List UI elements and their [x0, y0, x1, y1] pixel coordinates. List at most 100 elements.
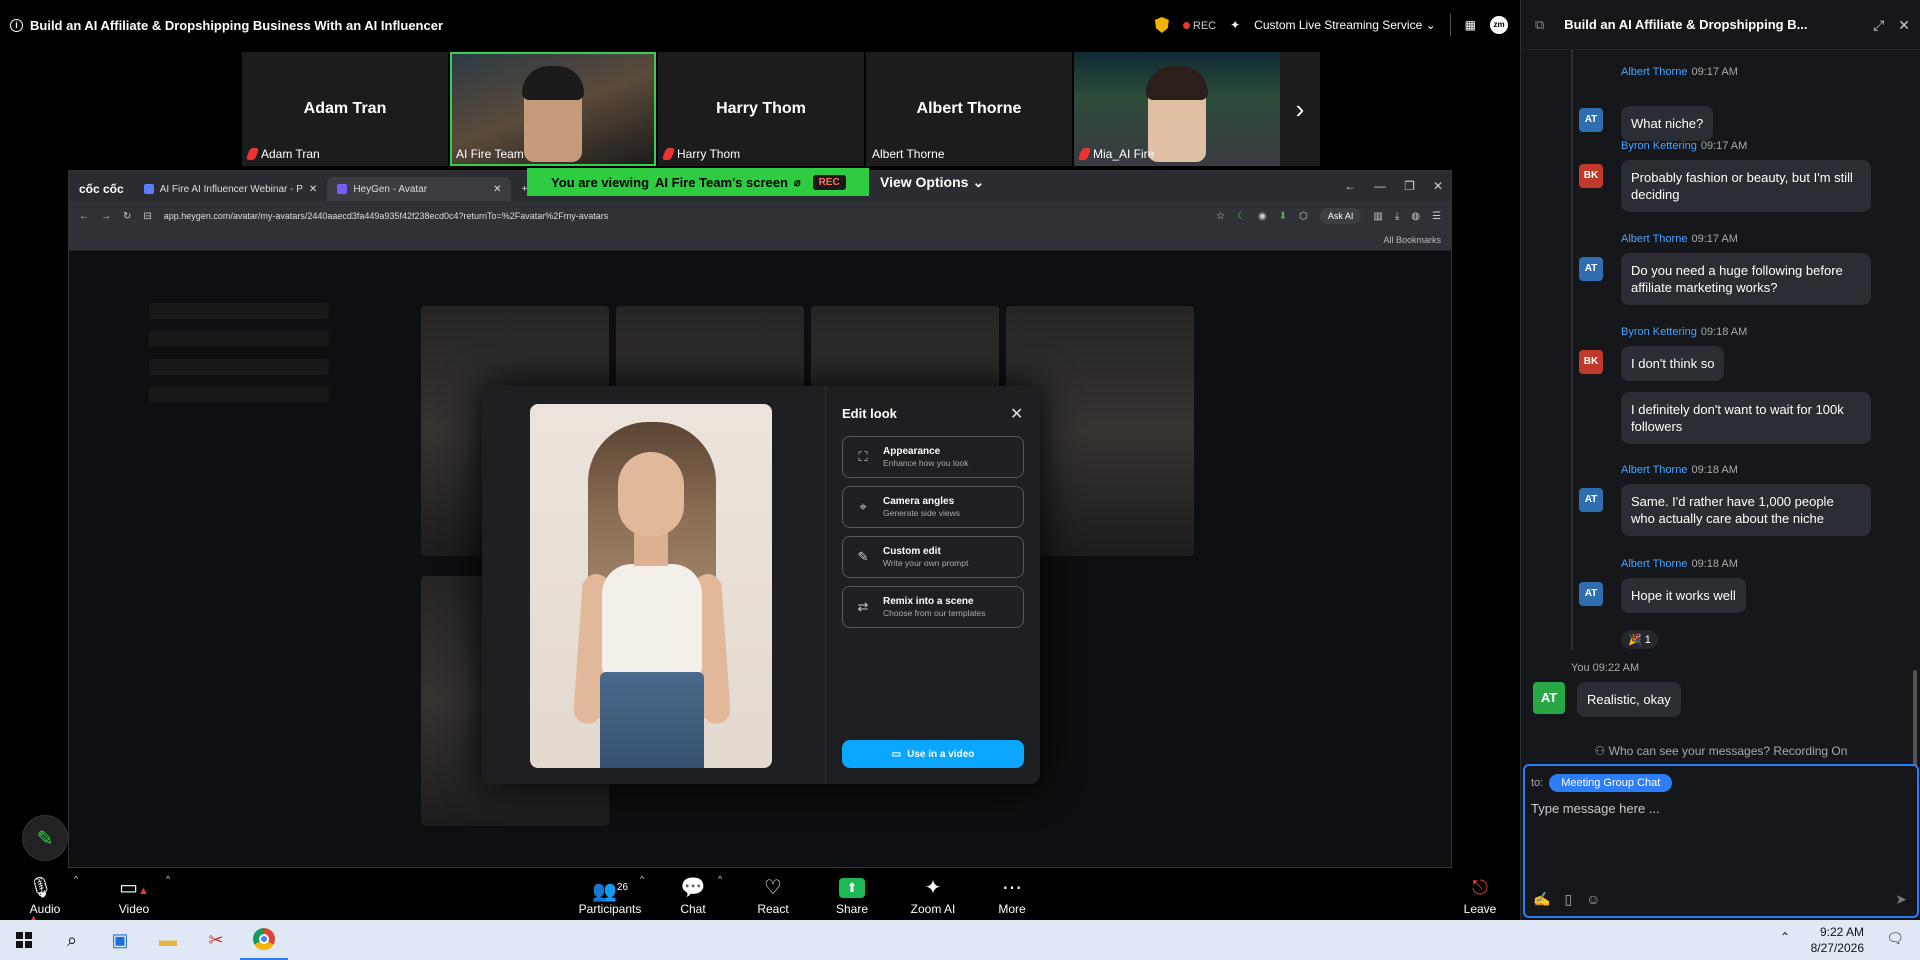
video-tile[interactable]: Adam Tran Adam Tran	[242, 52, 448, 166]
moon-icon[interactable]: ☾	[1237, 211, 1246, 222]
puzzle-icon[interactable]: ⬡	[1299, 211, 1308, 222]
store-icon[interactable]: ▣	[96, 920, 144, 960]
avatar: AT	[1579, 108, 1603, 132]
audio-options-caret[interactable]: ^	[74, 874, 78, 884]
react-label: React	[757, 902, 789, 916]
video-gallery: Adam Tran Adam Tran AI Fire Team Harry T…	[242, 52, 1320, 166]
message-input[interactable]	[1531, 796, 1911, 820]
who-can-see-link[interactable]: ⚇ Who can see your messages? Recording O…	[1521, 740, 1920, 762]
message-bubble[interactable]: Do you need a huge following before affi…	[1621, 253, 1871, 305]
sender-name: Byron Kettering	[1621, 326, 1697, 338]
sidebar-icon[interactable]: ▥	[1373, 211, 1382, 222]
close-icon[interactable]: ✕	[1898, 17, 1910, 34]
video-tile-active-speaker[interactable]: AI Fire Team	[450, 52, 656, 166]
search-icon[interactable]: ⌕	[48, 920, 96, 960]
pop-out-icon[interactable]: ⤢	[1873, 17, 1884, 34]
mic-muted-icon: ⌀	[793, 176, 801, 189]
ask-ai-button[interactable]: Ask AI	[1319, 208, 1362, 224]
view-options-button[interactable]: View Options ⌄	[880, 168, 984, 196]
downloads-icon[interactable]: ⤓	[1395, 211, 1399, 222]
close-icon[interactable]: ✕	[1433, 179, 1443, 193]
url-field[interactable]: app.heygen.com/avatar/my-avatars/2440aae…	[164, 211, 1204, 221]
share-button[interactable]: ⬆ Share	[836, 868, 868, 920]
profile-icon[interactable]: ◍	[1411, 211, 1420, 222]
leave-button[interactable]: ⎋ Leave	[1464, 868, 1497, 920]
format-icon[interactable]: ✍	[1533, 891, 1550, 908]
send-icon[interactable]: ➤	[1895, 891, 1907, 908]
folder-icon[interactable]: ▬	[144, 920, 192, 960]
gallery-next-button[interactable]: ›	[1280, 52, 1320, 166]
use-in-video-button[interactable]: ▭ Use in a video	[842, 740, 1024, 768]
thread-line	[1571, 50, 1573, 650]
zoom-ai-button[interactable]: ✦ Zoom AI	[908, 868, 958, 920]
video-button[interactable]: ▭▲ Video	[114, 868, 154, 920]
message-bubble[interactable]: Realistic, okay	[1577, 682, 1681, 717]
react-button[interactable]: ♡ React	[756, 868, 790, 920]
camera-angles-option[interactable]: ⌖ Camera angles Generate side views	[842, 486, 1024, 528]
extension-icon[interactable]: ◉	[1258, 211, 1267, 222]
close-icon[interactable]: ✕	[309, 184, 317, 195]
system-clock[interactable]: 9:22 AM 8/27/2026	[1811, 924, 1864, 956]
video-tile[interactable]: Albert Thorne Albert Thorne	[866, 52, 1072, 166]
meeting-title: Build an AI Affiliate & Dropshipping Bus…	[30, 17, 444, 33]
close-icon[interactable]: ✕	[1010, 404, 1023, 424]
gallery-view-icon[interactable]: ▦	[1465, 18, 1476, 32]
star-icon[interactable]: ☆	[1216, 211, 1225, 222]
close-icon[interactable]: ✕	[493, 184, 501, 195]
ai-companion-icon[interactable]: ✦	[1230, 18, 1240, 32]
sender-name: You	[1571, 662, 1590, 674]
video-tile[interactable]: Mia_AI Fire	[1074, 52, 1280, 166]
recording-indicator[interactable]: REC	[1182, 18, 1216, 32]
remix-scene-option[interactable]: ⇄ Remix into a scene Choose from our temp…	[842, 586, 1024, 628]
reaction-badge[interactable]: 🎉 1	[1621, 630, 1658, 649]
tray-chevron-icon[interactable]: ⌃	[1780, 930, 1790, 944]
emoji-icon[interactable]: ☺	[1586, 891, 1600, 908]
security-shield-icon[interactable]	[1154, 17, 1169, 33]
streaming-dropdown[interactable]: Custom Live Streaming Service ⌄	[1254, 18, 1435, 32]
participant-name-large: Albert Thorne	[916, 100, 1022, 117]
message-bubble[interactable]: Hope it works well	[1621, 578, 1746, 613]
back-icon[interactable]: ←	[1344, 179, 1356, 193]
reload-icon[interactable]: ↻	[123, 211, 131, 222]
minimize-icon[interactable]: —	[1374, 179, 1386, 193]
meeting-top-bar: i Build an AI Affiliate & Dropshipping B…	[0, 0, 1520, 50]
message-bubble[interactable]: What niche?	[1621, 106, 1714, 141]
chrome-taskbar-button[interactable]	[240, 920, 288, 960]
chat-options-caret[interactable]: ^	[718, 874, 722, 884]
message-bubble[interactable]: Same. I'd rather have 1,000 people who a…	[1621, 484, 1871, 536]
forward-arrow-icon[interactable]: →	[101, 211, 111, 222]
chat-button[interactable]: 💬 Chat	[678, 868, 708, 920]
video-tile[interactable]: Harry Thom Harry Thom	[658, 52, 864, 166]
annotate-button[interactable]: ✎	[22, 815, 68, 861]
browser-tab-active[interactable]: HeyGen - Avatar ✕	[327, 177, 512, 201]
sender-name: Albert Thorne	[1621, 558, 1688, 570]
message-sender: Byron Kettering 09:18 AM	[1621, 326, 1747, 338]
participants-button[interactable]: 👥26 Participants	[578, 868, 642, 920]
windows-start-button[interactable]	[0, 920, 48, 960]
custom-edit-option[interactable]: ✎ Custom edit Write your own prompt	[842, 536, 1024, 578]
recipient-chip[interactable]: Meeting Group Chat	[1549, 774, 1673, 792]
file-icon[interactable]: ▯	[1564, 891, 1572, 908]
participants-options-caret[interactable]: ^	[640, 874, 644, 884]
message-bubble[interactable]: I don't think so	[1621, 346, 1725, 381]
video-icon: ▭	[891, 748, 902, 760]
menu-icon[interactable]: ☰	[1432, 211, 1441, 222]
browser-tab[interactable]: AI Fire AI Influencer Webinar - P ✕	[134, 177, 328, 201]
snipping-tool-icon[interactable]: ✂	[192, 920, 240, 960]
more-button[interactable]: ⋯ More	[996, 868, 1028, 920]
download-icon[interactable]: ⬇	[1279, 211, 1287, 222]
cta-label: Use in a video	[907, 748, 975, 760]
site-info-icon[interactable]: ⊟	[143, 211, 151, 222]
back-arrow-icon[interactable]: ←	[79, 211, 89, 222]
info-icon[interactable]: i	[10, 18, 23, 32]
audio-button[interactable]: 🎙▲ Audio	[28, 868, 62, 925]
appearance-option[interactable]: ⛶ Appearance Enhance how you look	[842, 436, 1024, 478]
swap-icon: ⇄	[857, 599, 869, 614]
restore-icon[interactable]: ❐	[1404, 179, 1415, 193]
message-bubble[interactable]: I definitely don't want to wait for 100k…	[1621, 392, 1871, 444]
notification-icon[interactable]: 🗨	[1886, 930, 1904, 947]
message-sender: You 09:22 AM	[1571, 662, 1639, 674]
video-options-caret[interactable]: ^	[166, 874, 170, 884]
message-bubble[interactable]: Probably fashion or beauty, but I'm stil…	[1621, 160, 1871, 212]
all-bookmarks-link[interactable]: All Bookmarks	[1383, 235, 1441, 245]
